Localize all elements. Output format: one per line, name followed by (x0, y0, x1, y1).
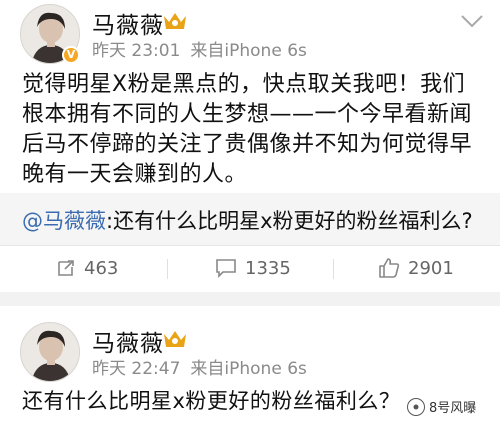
reposted-content[interactable]: @马薇薇:还有什么比明星x粉更好的粉丝福利么? (0, 193, 500, 245)
post-text-line: 觉得明星X粉是黑点的，快点取关我吧！我们 (22, 72, 466, 97)
repost-icon (58, 260, 74, 276)
post-source: 来自iPhone 6s (190, 359, 307, 379)
post-text-line: 晚有一天会赚到的人。 (22, 162, 248, 187)
repost-text: @马薇薇:还有什么比明星x粉更好的粉丝福利么? (22, 205, 473, 235)
comment-count: 1335 (245, 257, 291, 279)
like-button[interactable]: 2901 (378, 255, 454, 281)
weibo-post-1: V 马薇薇 昨天 23:01 来自iPhone 6s 觉得明星X粉是黑点的，快点取… (0, 0, 500, 296)
thumbs-up-icon (379, 258, 400, 278)
repost-count: 463 (84, 257, 119, 279)
repost-body: :还有什么比明星x粉更好的粉丝福利么? (106, 209, 473, 233)
avatar-photo (21, 323, 79, 381)
avatar[interactable] (20, 322, 80, 382)
chevron-down-icon[interactable] (460, 14, 484, 28)
post-source: 来自iPhone 6s (190, 41, 307, 61)
divider (167, 259, 168, 279)
comment-icon (216, 259, 236, 278)
like-count: 2901 (408, 257, 454, 279)
post-text-line: 根本拥有不同的人生梦想——一个今早看新闻 (22, 102, 473, 127)
mention-link[interactable]: @马薇薇 (22, 209, 106, 233)
post-time: 昨天 22:47 (92, 359, 181, 379)
watermark: 8号风曝 (407, 397, 476, 416)
author-name[interactable]: 马薇薇 (92, 6, 164, 40)
crown-icon (164, 13, 186, 29)
repost-button[interactable]: 463 (56, 255, 118, 281)
verified-badge-icon: V (62, 46, 80, 64)
post-meta: 昨天 22:47 来自iPhone 6s (92, 354, 307, 379)
post-text-line: 后马不停蹄的关注了贵偶像并不知为何觉得早 (22, 132, 473, 157)
post-text: 觉得明星X粉是黑点的，快点取关我吧！我们 根本拥有不同的人生梦想——一个今早看新… (22, 70, 492, 190)
author-name[interactable]: 马薇薇 (92, 324, 164, 358)
divider (333, 259, 334, 279)
watermark-logo-icon (407, 397, 425, 416)
action-bar: 463 1335 2901 (0, 245, 500, 289)
crown-icon (164, 331, 186, 347)
post-meta: 昨天 23:01 来自iPhone 6s (92, 36, 307, 61)
post-time: 昨天 23:01 (92, 41, 181, 61)
watermark-text: 8号风曝 (429, 401, 477, 416)
comment-button[interactable]: 1335 (215, 255, 291, 281)
